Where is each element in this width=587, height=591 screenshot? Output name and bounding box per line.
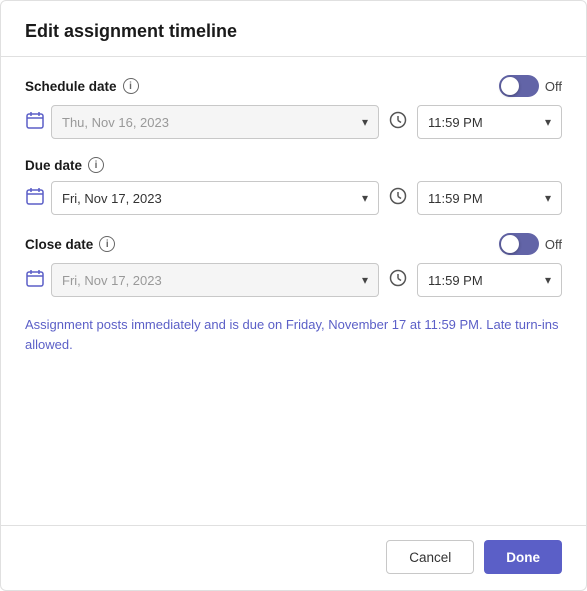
due-date-time-chevron-icon: ▾: [545, 191, 551, 205]
close-date-time-picker[interactable]: 11:59 PM ▾: [417, 263, 562, 297]
due-date-input-row: Fri, Nov 17, 2023 ▾ 11:59 PM ▾: [25, 181, 562, 215]
due-date-chevron-icon: ▾: [362, 191, 368, 205]
close-date-toggle-knob: [501, 235, 519, 253]
due-date-input-wrap: Fri, Nov 17, 2023 ▾: [25, 181, 379, 215]
close-date-toggle-container: Off: [499, 233, 562, 255]
close-date-label: Close date: [25, 237, 93, 252]
due-date-time-value: 11:59 PM: [428, 191, 483, 206]
dialog-title: Edit assignment timeline: [25, 21, 237, 41]
due-date-value: Fri, Nov 17, 2023: [62, 191, 162, 206]
schedule-date-toggle-label: Off: [545, 79, 562, 94]
schedule-date-picker[interactable]: Thu, Nov 16, 2023 ▾: [51, 105, 379, 139]
close-date-input-wrap: Fri, Nov 17, 2023 ▾: [25, 263, 379, 297]
dialog-header: Edit assignment timeline: [1, 1, 586, 57]
schedule-date-label-left: Schedule date i: [25, 78, 139, 94]
schedule-date-info-icon[interactable]: i: [123, 78, 139, 94]
due-date-label: Due date: [25, 158, 82, 173]
close-date-time-value: 11:59 PM: [428, 273, 483, 288]
schedule-date-time-value: 11:59 PM: [428, 115, 483, 130]
schedule-date-label: Schedule date: [25, 79, 117, 94]
close-date-clock-icon: [389, 269, 407, 292]
close-date-section: Close date i Off: [25, 233, 562, 297]
close-date-value: Fri, Nov 17, 2023: [62, 273, 162, 288]
cancel-button[interactable]: Cancel: [386, 540, 474, 574]
close-date-time-chevron-icon: ▾: [545, 273, 551, 287]
assignment-info-text: Assignment posts immediately and is due …: [25, 315, 562, 354]
close-date-input-row: Fri, Nov 17, 2023 ▾ 11:59 PM ▾: [25, 263, 562, 297]
close-date-label-row: Close date i Off: [25, 233, 562, 255]
due-date-calendar-icon: [25, 186, 45, 211]
due-date-time-picker[interactable]: 11:59 PM ▾: [417, 181, 562, 215]
schedule-date-section: Schedule date i Off: [25, 75, 562, 139]
schedule-date-input-wrap: Thu, Nov 16, 2023 ▾: [25, 105, 379, 139]
due-date-section: Due date i Fri, Nov 17, 202: [25, 157, 562, 215]
close-date-picker[interactable]: Fri, Nov 17, 2023 ▾: [51, 263, 379, 297]
schedule-date-input-row: Thu, Nov 16, 2023 ▾ 11:59 PM ▾: [25, 105, 562, 139]
schedule-date-clock-icon: [389, 111, 407, 134]
schedule-date-chevron-icon: ▾: [362, 115, 368, 129]
close-date-label-left: Close date i: [25, 236, 115, 252]
close-date-toggle-label: Off: [545, 237, 562, 252]
edit-assignment-timeline-dialog: Edit assignment timeline Schedule date i…: [0, 0, 587, 591]
close-date-chevron-icon: ▾: [362, 273, 368, 287]
done-button[interactable]: Done: [484, 540, 562, 574]
schedule-date-toggle[interactable]: [499, 75, 539, 97]
schedule-date-time-chevron-icon: ▾: [545, 115, 551, 129]
close-date-calendar-icon: [25, 268, 45, 293]
due-date-clock-icon: [389, 187, 407, 210]
due-date-label-row: Due date i: [25, 157, 562, 173]
close-date-info-icon[interactable]: i: [99, 236, 115, 252]
due-date-label-left: Due date i: [25, 157, 104, 173]
schedule-date-time-picker[interactable]: 11:59 PM ▾: [417, 105, 562, 139]
schedule-date-toggle-container: Off: [499, 75, 562, 97]
due-date-info-icon[interactable]: i: [88, 157, 104, 173]
schedule-date-calendar-icon: [25, 110, 45, 135]
schedule-date-label-row: Schedule date i Off: [25, 75, 562, 97]
schedule-date-value: Thu, Nov 16, 2023: [62, 115, 169, 130]
due-date-picker[interactable]: Fri, Nov 17, 2023 ▾: [51, 181, 379, 215]
dialog-body: Schedule date i Off: [1, 57, 586, 525]
schedule-date-toggle-knob: [501, 77, 519, 95]
dialog-footer: Cancel Done: [1, 525, 586, 590]
close-date-toggle[interactable]: [499, 233, 539, 255]
